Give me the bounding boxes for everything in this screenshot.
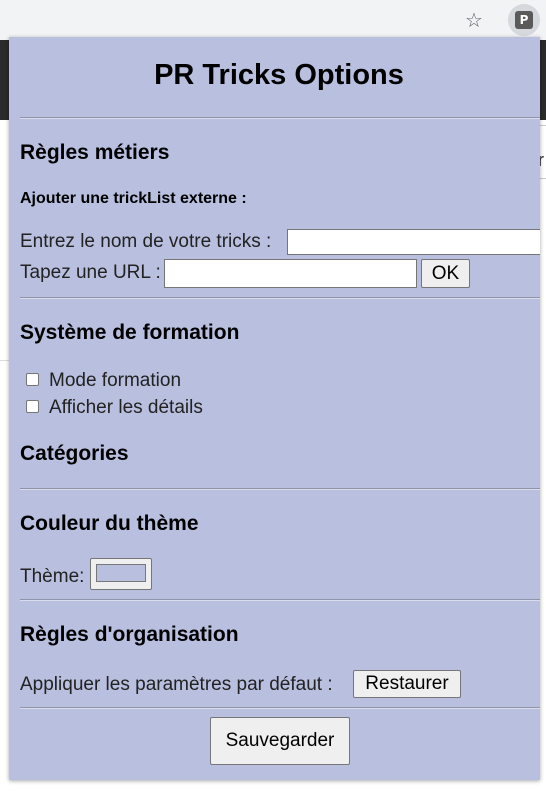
categories-heading: Catégories xyxy=(20,442,129,465)
url-input[interactable] xyxy=(164,259,417,288)
page-divider xyxy=(540,178,546,179)
browser-toolbar: ☆ P xyxy=(0,0,546,40)
tricks-name-input[interactable] xyxy=(287,229,540,255)
extension-button[interactable]: P xyxy=(508,4,540,36)
tricks-name-label: Entrez le nom de votre tricks : xyxy=(20,231,272,252)
organization-rules-heading: Règles d'organisation xyxy=(20,623,239,646)
ok-button[interactable]: OK xyxy=(421,259,470,288)
theme-color-swatch xyxy=(96,564,146,582)
divider xyxy=(20,117,540,119)
page-divider xyxy=(540,125,546,126)
training-mode-label: Mode formation xyxy=(49,370,182,391)
bookmark-star-icon[interactable]: ☆ xyxy=(462,8,486,32)
page-title: PR Tricks Options xyxy=(154,59,404,91)
divider xyxy=(20,599,540,601)
divider xyxy=(20,297,540,299)
options-popup: PR Tricks Options Règles métiers Ajouter… xyxy=(9,37,540,780)
pr-tricks-extension-icon: P xyxy=(515,11,533,29)
address-bar[interactable] xyxy=(0,2,500,36)
show-details-label: Afficher les détails xyxy=(49,397,203,418)
save-button[interactable]: Sauvegarder xyxy=(210,717,350,765)
training-heading: Système de formation xyxy=(20,321,240,344)
theme-color-heading: Couleur du thème xyxy=(20,512,199,535)
theme-color-picker[interactable] xyxy=(90,558,152,590)
restore-button[interactable]: Restaurer xyxy=(353,670,461,698)
training-mode-checkbox[interactable] xyxy=(26,373,39,386)
show-details-checkbox[interactable] xyxy=(26,400,39,413)
business-rules-heading: Règles métiers xyxy=(20,141,170,164)
external-tricklist-subheading: Ajouter une trickList externe : xyxy=(20,190,247,207)
divider xyxy=(20,707,540,709)
divider xyxy=(20,488,540,490)
url-label: Tapez une URL : xyxy=(20,262,161,283)
default-settings-label: Appliquer les paramètres par défaut : xyxy=(20,674,333,695)
theme-label: Thème: xyxy=(20,566,85,587)
